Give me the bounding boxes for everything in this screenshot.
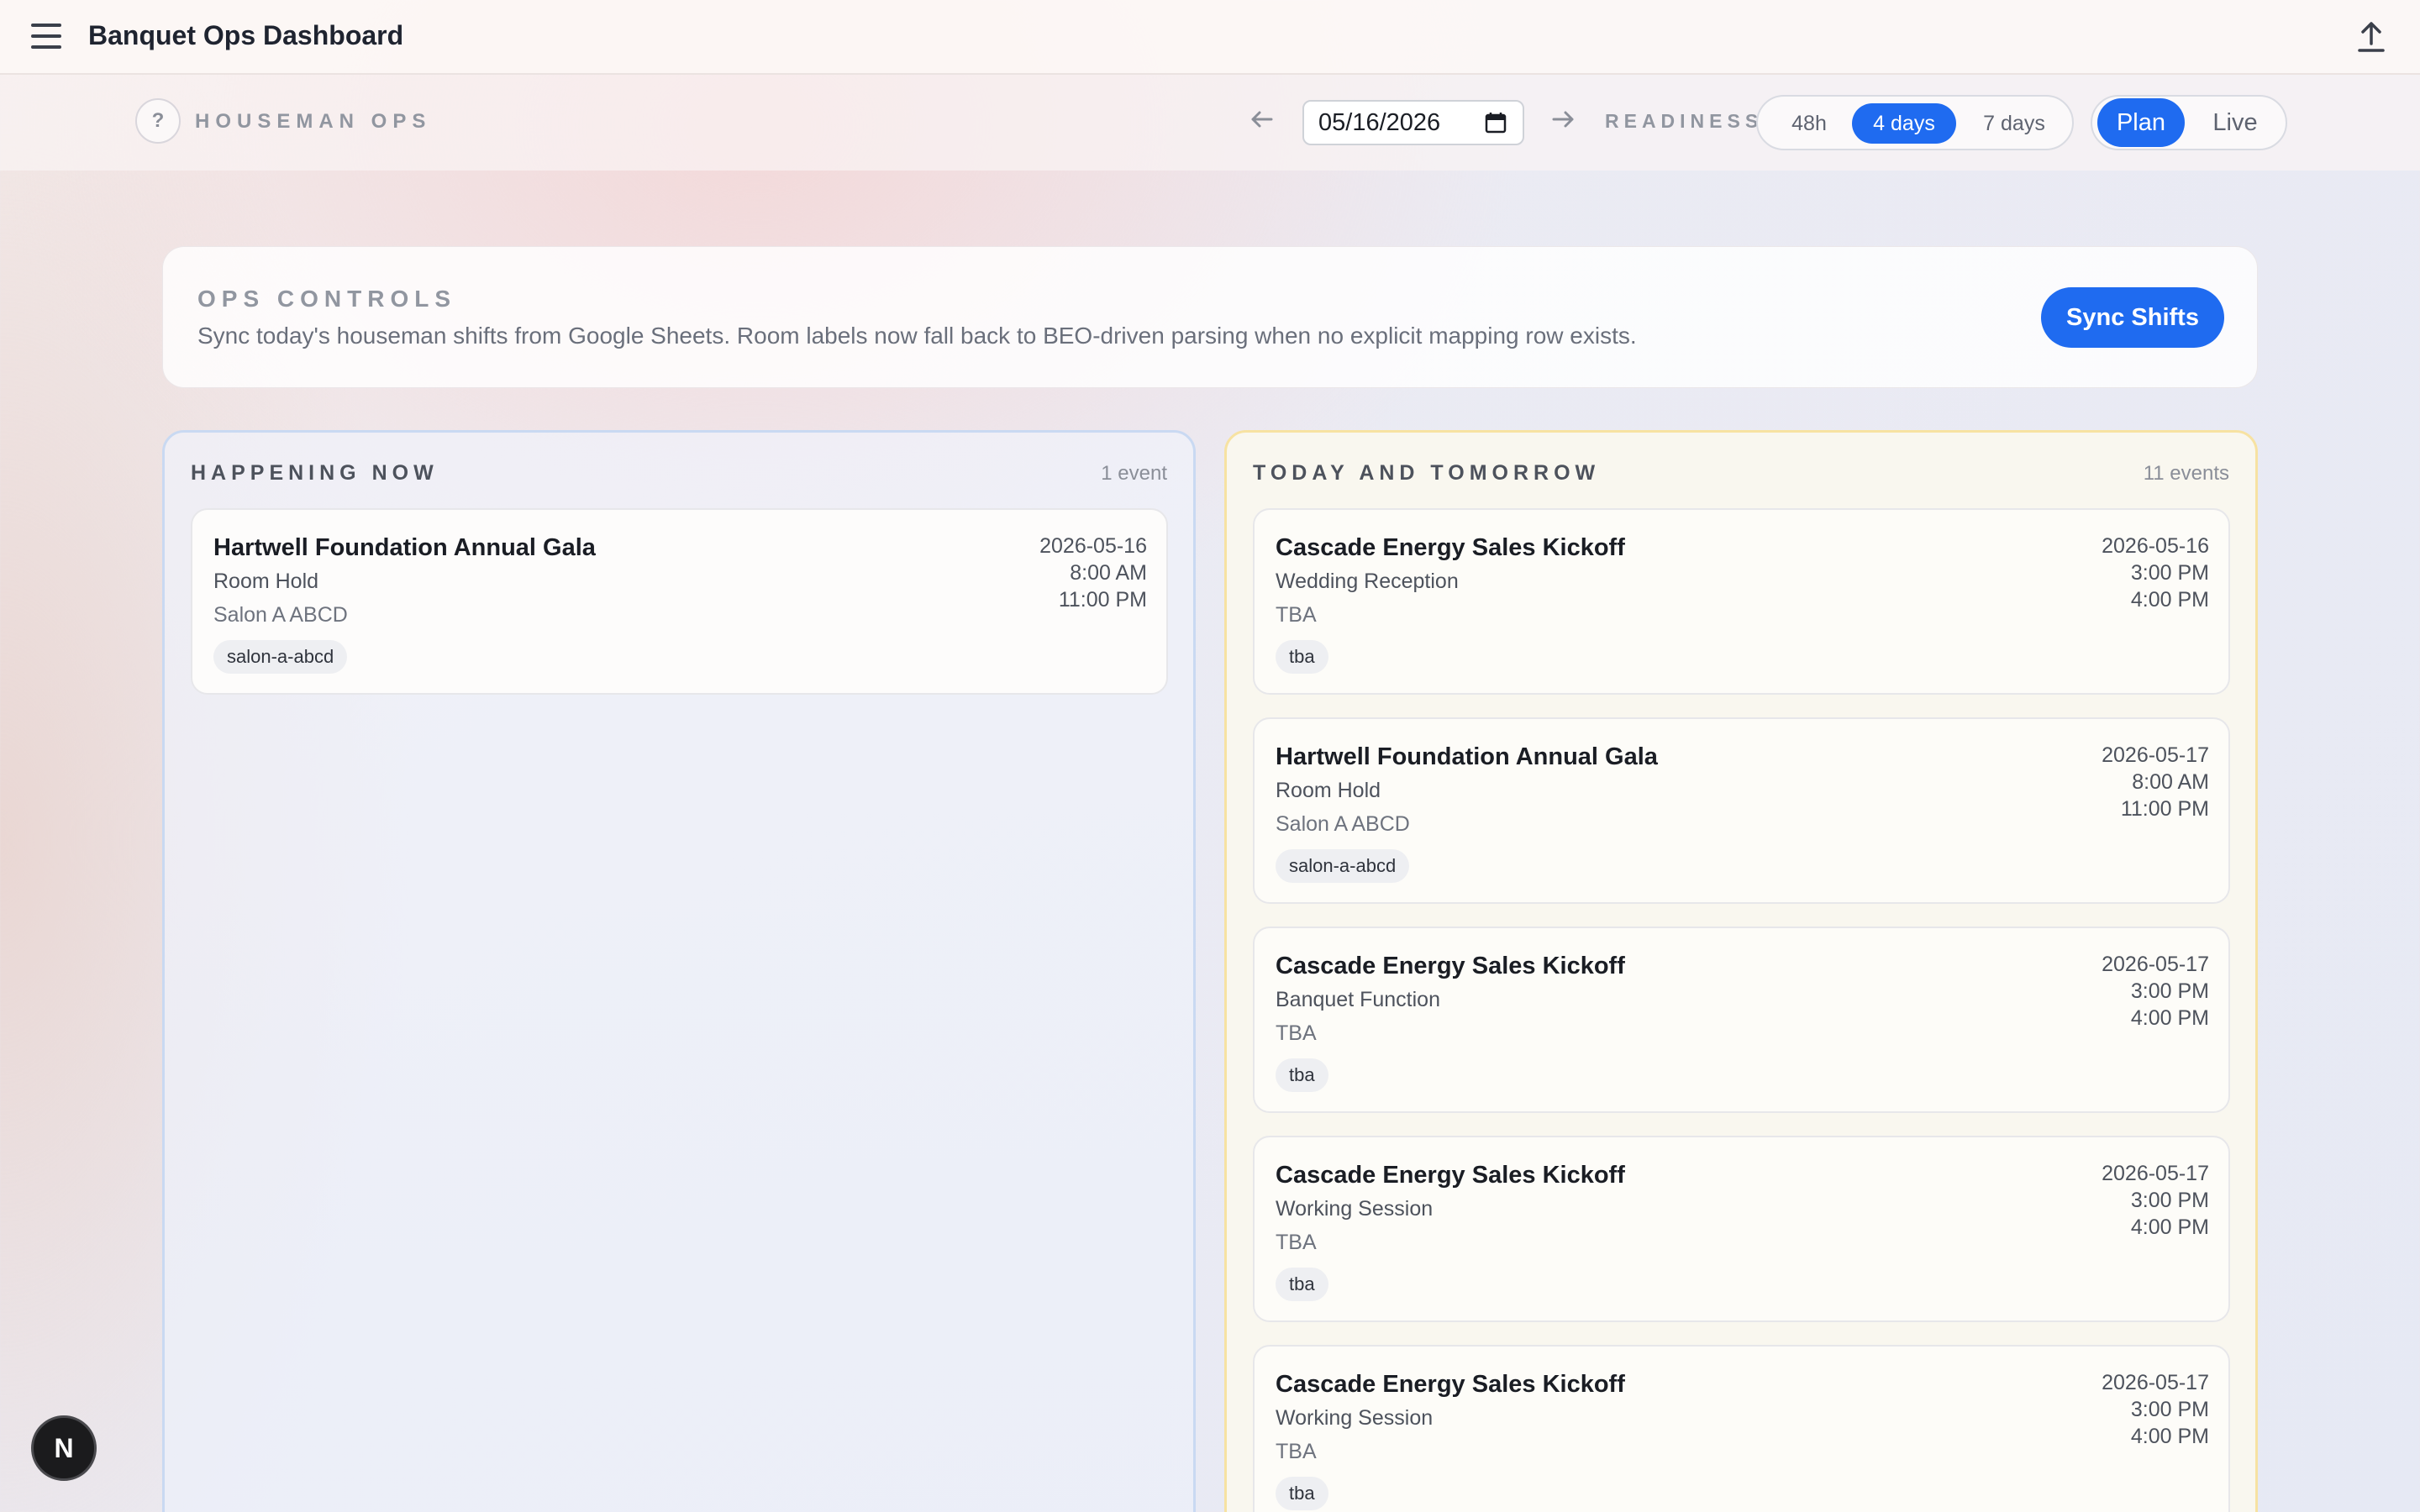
panel-title: HAPPENING NOW [191, 461, 439, 485]
readiness-range-toggle: 48h 4 days 7 days [1756, 95, 2074, 150]
top-bar: Banquet Ops Dashboard [0, 0, 2420, 75]
event-start: 3:00 PM [2130, 561, 2209, 585]
ops-controls-title: OPS CONTROLS [197, 286, 457, 312]
event-type: Banquet Function [1276, 988, 1440, 1011]
date-input[interactable]: 05/16/2026 [1302, 100, 1524, 145]
event-card[interactable]: Cascade Energy Sales Kickoff Banquet Fun… [1253, 927, 2230, 1113]
calendar-icon[interactable] [1484, 111, 1507, 134]
room-tag: tba [1276, 1477, 1328, 1510]
event-times: 2026-05-17 3:00 PM 4:00 PM [2102, 1369, 2209, 1450]
room-tag: tba [1276, 1058, 1328, 1092]
event-times: 2026-05-17 8:00 AM 11:00 PM [2102, 742, 2209, 822]
event-start: 8:00 AM [1070, 561, 1147, 585]
event-name: Hartwell Foundation Annual Gala [1276, 743, 1658, 770]
event-date: 2026-05-17 [2102, 743, 2209, 767]
sync-shifts-button[interactable]: Sync Shifts [2041, 287, 2224, 348]
event-end: 4:00 PM [2130, 588, 2209, 612]
help-button[interactable]: ? [135, 98, 181, 144]
event-end: 4:00 PM [2130, 1215, 2209, 1239]
event-type: Room Hold [1276, 779, 1381, 802]
app-title: Banquet Ops Dashboard [88, 20, 404, 50]
event-name: Cascade Energy Sales Kickoff [1276, 534, 1625, 561]
happening-now-panel: HAPPENING NOW 1 event Hartwell Foundatio… [162, 430, 1196, 1512]
event-card[interactable]: Cascade Energy Sales Kickoff Wedding Rec… [1253, 508, 2230, 695]
menu-icon[interactable] [31, 24, 63, 50]
mode-toggle: Plan Live [2091, 95, 2287, 150]
event-end: 11:00 PM [2120, 797, 2209, 821]
event-end: 4:00 PM [2130, 1006, 2209, 1030]
event-date: 2026-05-17 [2102, 953, 2209, 976]
room-tag: salon-a-abcd [1276, 849, 1410, 883]
event-name: Cascade Energy Sales Kickoff [1276, 1162, 1625, 1189]
mode-plan[interactable]: Plan [2097, 98, 2185, 147]
event-end: 4:00 PM [2130, 1425, 2209, 1448]
range-7-days[interactable]: 7 days [1963, 103, 2065, 144]
panel-title: TODAY AND TOMORROW [1253, 461, 1601, 485]
event-date: 2026-05-16 [2102, 534, 2209, 558]
range-48h[interactable]: 48h [1771, 103, 1847, 144]
event-type: Working Session [1276, 1406, 1434, 1430]
event-type: Room Hold [213, 570, 319, 593]
arrow-left-icon[interactable] [1248, 105, 1276, 134]
room-tag: tba [1276, 1268, 1328, 1301]
event-type: Working Session [1276, 1197, 1434, 1221]
toolbar: ? HOUSEMAN OPS 05/16/2026 READINESS 48h … [0, 75, 2420, 171]
event-start: 3:00 PM [2130, 979, 2209, 1003]
event-start: 8:00 AM [2132, 770, 2209, 794]
event-type: Wedding Reception [1276, 570, 1459, 593]
room-tag: tba [1276, 640, 1328, 674]
event-room: TBA [1276, 1231, 1317, 1254]
event-name: Cascade Energy Sales Kickoff [1276, 1371, 1625, 1398]
event-card[interactable]: Cascade Energy Sales Kickoff Working Ses… [1253, 1136, 2230, 1322]
arrow-right-icon[interactable] [1549, 105, 1577, 134]
room-tag: salon-a-abcd [213, 640, 348, 674]
event-room: TBA [1276, 1021, 1317, 1045]
range-4-days[interactable]: 4 days [1852, 103, 1956, 144]
event-room: TBA [1276, 1440, 1317, 1463]
event-times: 2026-05-17 3:00 PM 4:00 PM [2102, 1160, 2209, 1241]
date-value: 05/16/2026 [1318, 108, 1441, 136]
event-date: 2026-05-17 [2102, 1371, 2209, 1394]
event-times: 2026-05-17 3:00 PM 4:00 PM [2102, 951, 2209, 1032]
event-name: Cascade Energy Sales Kickoff [1276, 953, 1625, 979]
upload-icon[interactable] [2356, 20, 2386, 54]
event-room: TBA [1276, 603, 1317, 627]
section-label: HOUSEMAN OPS [195, 110, 432, 133]
event-name: Hartwell Foundation Annual Gala [213, 534, 596, 561]
mode-live[interactable]: Live [2190, 98, 2281, 147]
event-room: Salon A ABCD [1276, 812, 1410, 836]
ops-controls-card: OPS CONTROLS Sync today's houseman shift… [162, 246, 2258, 388]
event-start: 3:00 PM [2130, 1398, 2209, 1421]
event-card[interactable]: Hartwell Foundation Annual Gala Room Hol… [191, 508, 1168, 695]
event-date: 2026-05-16 [1039, 534, 1147, 558]
event-times: 2026-05-16 8:00 AM 11:00 PM [1039, 533, 1147, 613]
ops-controls-description: Sync today's houseman shifts from Google… [197, 323, 1637, 349]
today-tomorrow-panel: TODAY AND TOMORROW 11 events Cascade Ene… [1224, 430, 2258, 1512]
event-count: 11 events [2143, 462, 2229, 485]
event-end: 11:00 PM [1058, 588, 1147, 612]
event-times: 2026-05-16 3:00 PM 4:00 PM [2102, 533, 2209, 613]
event-start: 3:00 PM [2130, 1189, 2209, 1212]
event-count: 1 event [1101, 462, 1167, 485]
event-card[interactable]: Cascade Energy Sales Kickoff Working Ses… [1253, 1345, 2230, 1512]
readiness-label: READINESS [1605, 110, 1764, 132]
event-card[interactable]: Hartwell Foundation Annual Gala Room Hol… [1253, 717, 2230, 904]
event-room: Salon A ABCD [213, 603, 348, 627]
event-date: 2026-05-17 [2102, 1162, 2209, 1185]
dev-tools-badge[interactable]: N [31, 1415, 97, 1481]
